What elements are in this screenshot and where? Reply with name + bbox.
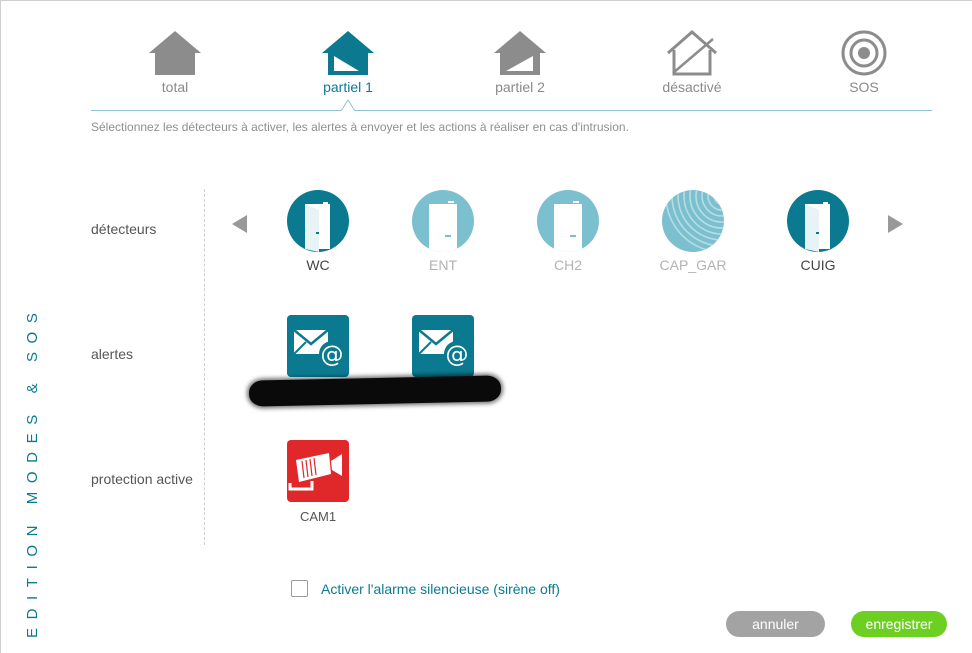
- tab-total-label: total: [161, 79, 189, 95]
- tab-sos[interactable]: SOS: [809, 29, 919, 95]
- motion-sensor-icon: [665, 190, 724, 252]
- house-partial-icon: [322, 31, 374, 75]
- email-alert-icon: @: [418, 329, 470, 368]
- section-divider: [204, 189, 205, 545]
- detectors-label: détecteurs: [91, 221, 157, 237]
- target-icon: [841, 30, 887, 76]
- redacted-email-addresses: [248, 375, 502, 407]
- detector-label: CH2: [553, 257, 582, 273]
- tab-partiel-2[interactable]: partiel 2: [465, 29, 575, 95]
- tab-desactive-label: désactivé: [662, 79, 722, 95]
- instructions-text: Sélectionnez les détecteurs à activer, l…: [91, 120, 629, 134]
- door-icon: [805, 202, 830, 252]
- detector-wc-toggle[interactable]: [287, 190, 349, 252]
- svg-text:@: @: [446, 342, 469, 368]
- door-icon: [305, 202, 330, 252]
- carousel-next-icon[interactable]: [888, 215, 903, 233]
- carousel-prev-icon[interactable]: [232, 215, 247, 233]
- door-icon: [554, 201, 582, 252]
- house-filled-icon: [149, 31, 201, 75]
- house-outline-crossed-icon: [667, 30, 717, 76]
- alerts-label: alertes: [91, 346, 134, 362]
- tab-desactive[interactable]: désactivé: [637, 29, 747, 95]
- email-alert-icon: @: [293, 329, 345, 368]
- detector-cap-gar-toggle[interactable]: [662, 190, 724, 252]
- detector-cuig[interactable]: CUIG: [768, 190, 868, 273]
- save-button[interactable]: enregistrer: [851, 611, 947, 637]
- detector-label: CAP_GAR: [659, 257, 727, 273]
- svg-text:@: @: [321, 342, 344, 368]
- camera-cam1[interactable]: [287, 440, 349, 502]
- detector-cap-gar[interactable]: CAP_GAR: [643, 190, 743, 273]
- tab-total[interactable]: total: [120, 29, 230, 95]
- detector-label: ENT: [429, 257, 457, 273]
- camera-label: CAM1: [299, 509, 337, 524]
- tab-partiel-1[interactable]: partiel 1: [293, 29, 403, 95]
- tab-partiel-1-label: partiel 1: [323, 79, 373, 95]
- camera-icon: [288, 453, 342, 491]
- detector-cuig-toggle[interactable]: [787, 190, 849, 252]
- detector-ent-toggle[interactable]: [412, 190, 474, 252]
- email-alert-1[interactable]: @: [287, 315, 349, 377]
- detector-ch2-toggle[interactable]: [537, 190, 599, 252]
- silent-alarm-checkbox[interactable]: [291, 580, 308, 597]
- house-partial-icon: [494, 31, 546, 75]
- protection-label: protection active: [91, 471, 193, 487]
- tab-partiel-2-label: partiel 2: [495, 79, 545, 95]
- email-alert-2[interactable]: @: [412, 315, 474, 377]
- detector-wc[interactable]: WC: [268, 190, 368, 273]
- detector-label: WC: [306, 257, 330, 273]
- tabs-underline: [91, 110, 932, 111]
- silent-alarm-label[interactable]: Activer l'alarme silencieuse (sirène off…: [321, 581, 560, 597]
- cancel-button[interactable]: annuler: [726, 611, 825, 637]
- mode-edit-dialog: EDITION MODES & SOS total partiel 1 part…: [0, 0, 972, 653]
- detector-ch2[interactable]: CH2: [518, 190, 618, 273]
- detector-label: CUIG: [800, 257, 836, 273]
- detector-ent[interactable]: ENT: [393, 190, 493, 273]
- door-icon: [429, 201, 457, 252]
- tab-sos-label: SOS: [849, 79, 879, 95]
- sidebar-title: EDITION MODES & SOS: [24, 304, 41, 638]
- active-tab-caret: [341, 99, 355, 111]
